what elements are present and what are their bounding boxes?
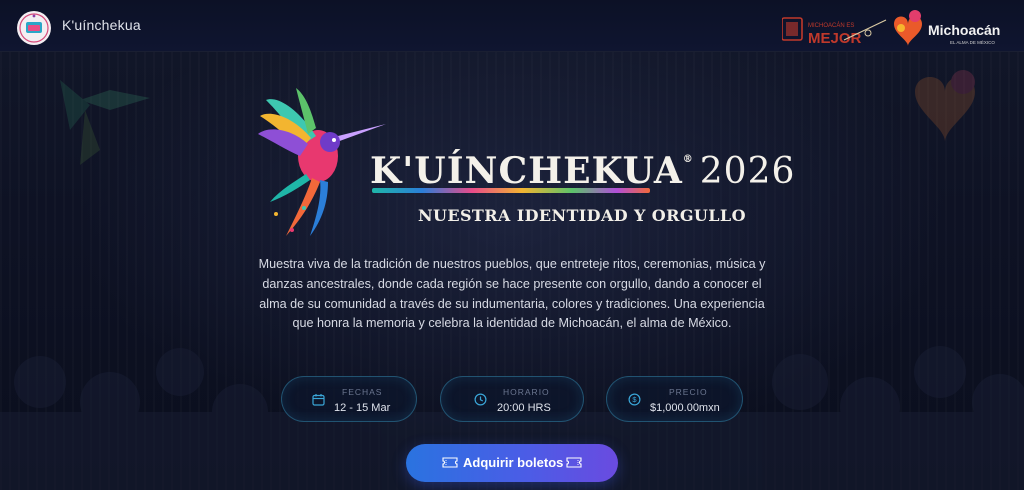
horario-value: 20:00 HRS (497, 402, 551, 414)
info-pill-horario: HORARIO 20:00 HRS (440, 376, 584, 422)
title-color-stripe (372, 188, 650, 193)
info-pill-precio: $ PRECIO $1,000.00mxn (606, 376, 743, 422)
event-year: 2026 (699, 151, 796, 192)
registered-mark: ® (682, 154, 694, 165)
michoacan-alma-de-mexico-logo: Michoacán EL ALMA DE MÉXICO (894, 10, 1000, 46)
info-pill-fechas: FECHAS 12 - 15 Mar (281, 376, 417, 422)
brand-logo[interactable] (16, 10, 52, 46)
dollar-circle-icon: $ (628, 393, 641, 406)
svg-text:$: $ (632, 395, 637, 404)
michoacan-es-mejor-logo: MICHOACÁN ES MEJOR (782, 17, 887, 46)
michoacan-text: Michoacán (928, 22, 1000, 38)
buy-tickets-label: Adquirir boletos (463, 455, 564, 470)
event-subtitle: NUESTRA IDENTIDAD Y ORGULLO (418, 206, 746, 225)
clock-icon (474, 393, 487, 406)
horario-label: HORARIO (503, 387, 550, 397)
ticket-icon (566, 457, 582, 468)
event-title-text: K'UÍNCHEKUA (370, 150, 683, 192)
precio-label: PRECIO (669, 387, 708, 397)
fechas-value: 12 - 15 Mar (334, 402, 391, 414)
brand-name[interactable]: K'uínchekua (62, 17, 141, 33)
buy-tickets-button[interactable]: Adquirir boletos (406, 444, 618, 482)
event-description: Muestra viva de la tradición de nuestros… (258, 257, 766, 331)
ticket-icon (442, 457, 458, 468)
calendar-icon (312, 394, 325, 406)
mejor-big-text: MEJOR (808, 30, 862, 46)
precio-value: $1,000.00mxn (650, 402, 720, 414)
top-header: K'uínchekua MICHOACÁN ES MEJOR Michoacán… (0, 0, 1024, 52)
mejor-small-text: MICHOACÁN ES (808, 22, 854, 29)
fechas-label: FECHAS (342, 387, 383, 397)
michoacan-tag-text: EL ALMA DE MÉXICO (950, 39, 995, 45)
